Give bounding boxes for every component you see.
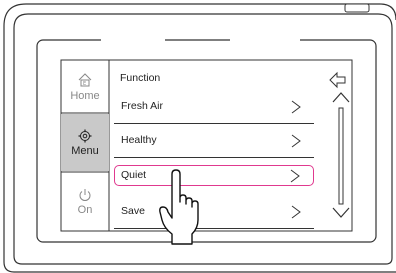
chevron-up-icon <box>332 92 350 103</box>
scrollbar[interactable] <box>330 90 352 222</box>
chevron-right-icon <box>291 134 301 148</box>
page-title: Function <box>120 72 161 84</box>
sidebar-item-menu[interactable]: Menu <box>61 114 109 171</box>
list-item-healthy[interactable]: Healthy <box>114 130 314 158</box>
sidebar-item-on[interactable]: On <box>61 173 109 231</box>
chevron-right-icon <box>290 169 300 183</box>
home-icon: E <box>78 72 92 87</box>
item-label: Save <box>121 205 145 217</box>
item-label: Healthy <box>121 134 157 146</box>
svg-text:E: E <box>83 81 86 87</box>
sidebar-item-label: On <box>77 204 93 216</box>
sidebar-item-home[interactable]: E Home <box>61 60 109 113</box>
gear-icon <box>78 129 92 142</box>
divider <box>114 123 314 124</box>
chevron-down-icon <box>332 207 350 218</box>
sidebar-item-label: Menu <box>71 144 99 157</box>
hand-pointer-icon <box>159 169 199 245</box>
chevron-right-icon <box>291 100 301 114</box>
list-item-fresh-air[interactable]: Fresh Air <box>114 96 314 124</box>
divider <box>114 157 314 158</box>
item-label: Fresh Air <box>121 100 164 112</box>
sidebar-item-label: Home <box>70 89 100 102</box>
chevron-right-icon <box>291 205 301 219</box>
power-icon <box>79 189 91 201</box>
back-arrow-icon[interactable] <box>328 70 348 90</box>
item-label: Quiet <box>121 169 147 181</box>
